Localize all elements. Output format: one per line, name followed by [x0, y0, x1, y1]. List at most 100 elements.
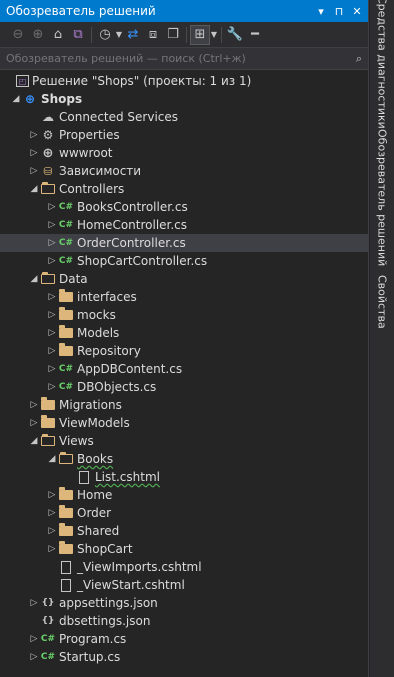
tree-node-dependencies[interactable]: ▷ ⛁ Зависимости [0, 162, 369, 180]
collapse-all-icon[interactable]: ⧈ [143, 25, 163, 45]
tree-node-file[interactable]: ▷ C# AppDBContent.cs [0, 360, 369, 378]
tree-node-label: _ViewStart.cshtml [77, 578, 185, 592]
search-input[interactable] [6, 52, 356, 65]
properties-icon: ⚙ [42, 128, 54, 142]
tree-node-controllers[interactable]: ◢ Controllers [0, 180, 369, 198]
back-icon[interactable]: ⊖ [8, 25, 28, 45]
history-icon[interactable]: ◷ [95, 25, 115, 45]
tree-node-data[interactable]: ◢ Data [0, 270, 369, 288]
collapsed-arrow-icon[interactable]: ▷ [46, 310, 58, 320]
collapsed-arrow-icon[interactable]: ▷ [28, 598, 40, 608]
tree-node-file[interactable]: ▷ C# Startup.cs [0, 648, 369, 666]
collapsed-arrow-icon[interactable]: ▷ [46, 292, 58, 302]
open-folder-icon [58, 451, 74, 467]
expanded-arrow-icon[interactable]: ◢ [28, 184, 40, 194]
collapsed-arrow-icon[interactable]: ▷ [28, 634, 40, 644]
collapsed-arrow-icon[interactable]: ▷ [46, 220, 58, 230]
csharp-file-icon: C# [40, 652, 56, 662]
toolbar: ⊖ ⊕ ⌂ ⧉ ◷ ▼ ⇄ ⧈ ❐ ⊞ ▼ 🔧 ━ [0, 22, 368, 48]
tree-node-viewmodels[interactable]: ▷ ViewModels [0, 414, 369, 432]
open-folder-icon [40, 181, 56, 197]
home-icon[interactable]: ⌂ [48, 25, 68, 45]
expanded-arrow-icon[interactable]: ◢ [46, 454, 58, 464]
collapsed-arrow-icon[interactable]: ▷ [28, 418, 40, 428]
expanded-arrow-icon[interactable]: ◢ [28, 274, 40, 284]
collapsed-arrow-icon[interactable]: ▷ [46, 490, 58, 500]
tree-node-label: appsettings.json [59, 596, 158, 610]
csharp-file-icon: C# [58, 256, 74, 266]
tree-node-file[interactable]: {} dbsettings.json [0, 612, 369, 630]
tree-node-folder[interactable]: ▷ ShopCart [0, 540, 369, 558]
collapsed-arrow-icon[interactable]: ▷ [28, 400, 40, 410]
collapsed-arrow-icon[interactable]: ▷ [46, 328, 58, 338]
collapsed-arrow-icon[interactable]: ▷ [46, 202, 58, 212]
tree-node-folder[interactable]: ▷ mocks [0, 306, 369, 324]
collapsed-arrow-icon[interactable]: ▷ [46, 508, 58, 518]
forward-icon[interactable]: ⊕ [28, 25, 48, 45]
expanded-arrow-icon[interactable]: ◢ [10, 94, 22, 104]
side-tab-label: Средства диагностики [375, 0, 389, 129]
tree-node-label: ViewModels [59, 416, 130, 430]
tree-node-file[interactable]: _ViewImports.cshtml [0, 558, 369, 576]
collapsed-arrow-icon[interactable]: ▷ [46, 526, 58, 536]
side-tab-diagnostics[interactable]: Средства диагностики [370, 0, 394, 128]
close-icon[interactable]: ✕ [350, 5, 364, 18]
web-project-icon: ⊕ [24, 92, 36, 106]
copy-icon[interactable]: ❐ [163, 25, 183, 45]
tree-node-migrations[interactable]: ▷ Migrations [0, 396, 369, 414]
tree-node-connected-services[interactable]: ☁ Connected Services [0, 108, 369, 126]
collapsed-arrow-icon[interactable]: ▷ [46, 382, 58, 392]
collapsed-arrow-icon[interactable]: ▷ [46, 544, 58, 554]
tree-node-file[interactable]: ▷ C# Program.cs [0, 630, 369, 648]
tree-node-project[interactable]: ◢ ⊕ Shops [0, 90, 369, 108]
show-all-files-icon[interactable]: ⊞ [190, 24, 210, 45]
tree-node-file[interactable]: List.cshtml [0, 468, 369, 486]
collapsed-arrow-icon[interactable]: ▷ [46, 238, 58, 248]
auto-hide-pin-icon[interactable]: ⊓ [332, 5, 346, 18]
tree-node-file-selected[interactable]: ▷ C# OrderController.cs [0, 234, 369, 252]
collapsed-arrow-icon[interactable]: ▷ [28, 130, 40, 140]
collapsed-arrow-icon[interactable]: ▷ [28, 166, 40, 176]
chevron-down-icon[interactable]: ▼ [115, 30, 123, 39]
tree-node-file[interactable]: ▷ {} appsettings.json [0, 594, 369, 612]
vs-icon[interactable]: ⧉ [68, 25, 88, 45]
tree-node-books[interactable]: ◢ Books [0, 450, 369, 468]
side-tab-properties[interactable]: Свойства [370, 272, 394, 332]
collapsed-arrow-icon[interactable]: ▷ [46, 256, 58, 266]
tree-node-views[interactable]: ◢ Views [0, 432, 369, 450]
window-position-dropdown-icon[interactable]: ▾ [314, 5, 328, 18]
solution-tree: ◰ Решение "Shops" (проекты: 1 из 1) ◢ ⊕ … [0, 72, 369, 666]
tree-node-folder[interactable]: ▷ Models [0, 324, 369, 342]
tree-node-solution[interactable]: ◰ Решение "Shops" (проекты: 1 из 1) [0, 72, 369, 90]
properties-wrench-icon[interactable]: 🔧 [225, 25, 245, 45]
sync-icon[interactable]: ⇄ [123, 25, 143, 45]
tree-node-label: Views [59, 434, 94, 448]
tree-node-file[interactable]: ▷ C# HomeController.cs [0, 216, 369, 234]
collapsed-arrow-icon[interactable]: ▷ [46, 364, 58, 374]
toolbar-separator [186, 26, 187, 43]
tree-node-properties[interactable]: ▷ ⚙ Properties [0, 126, 369, 144]
chevron-down-icon[interactable]: ▼ [210, 30, 218, 39]
csharp-file-icon: C# [58, 238, 74, 248]
tree-node-folder[interactable]: ▷ interfaces [0, 288, 369, 306]
tree-node-label: Order [77, 506, 112, 520]
tree-node-folder[interactable]: ▷ Home [0, 486, 369, 504]
minus-icon[interactable]: ━ [245, 25, 265, 45]
collapsed-arrow-icon[interactable]: ▷ [28, 148, 40, 158]
tree-node-label: Connected Services [59, 110, 179, 124]
tree-node-folder[interactable]: ▷ Shared [0, 522, 369, 540]
collapsed-arrow-icon[interactable]: ▷ [46, 346, 58, 356]
tree-node-wwwroot[interactable]: ▷ ⊕ wwwroot [0, 144, 369, 162]
tree-node-file[interactable]: ▷ C# ShopCartController.cs [0, 252, 369, 270]
tree-node-label: Controllers [59, 182, 125, 196]
tree-node-folder[interactable]: ▷ Repository [0, 342, 369, 360]
expanded-arrow-icon[interactable]: ◢ [28, 436, 40, 446]
collapsed-arrow-icon[interactable]: ▷ [28, 652, 40, 662]
tree-node-file[interactable]: ▷ C# DBObjects.cs [0, 378, 369, 396]
tree-node-file[interactable]: _ViewStart.cshtml [0, 576, 369, 594]
tree-node-label: Home [77, 488, 113, 502]
side-tab-solution-explorer[interactable]: Обозреватель решений [370, 128, 394, 268]
tree-node-label: ShopCartController.cs [77, 254, 208, 268]
tree-node-file[interactable]: ▷ C# BooksController.cs [0, 198, 369, 216]
tree-node-folder[interactable]: ▷ Order [0, 504, 369, 522]
